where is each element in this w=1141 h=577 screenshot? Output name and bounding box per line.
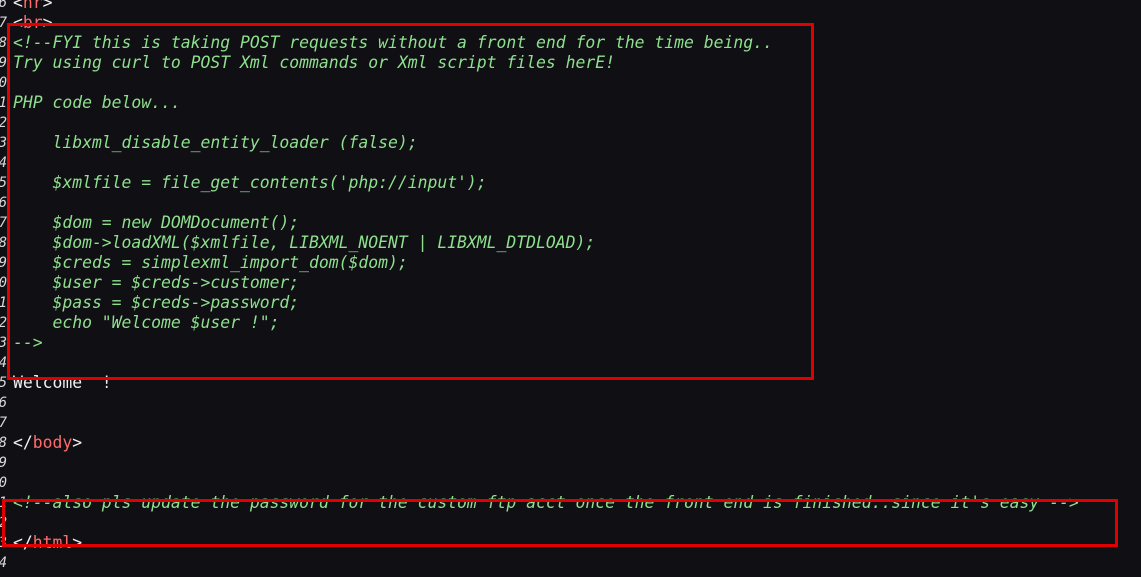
line-number: 1 bbox=[0, 293, 7, 313]
line-number: 1 bbox=[0, 93, 7, 113]
line-number-gutter: 6 7 8 9 0 1 2 3 4 5 6 7 8 9 0 1 2 3 4 5 … bbox=[0, 0, 7, 577]
line-number: 3 bbox=[0, 133, 7, 153]
comment-line bbox=[13, 153, 1079, 173]
html-close-tag-line: </html> bbox=[13, 533, 83, 552]
line-number: 2 bbox=[0, 113, 7, 133]
comment-line bbox=[13, 73, 1079, 93]
line-number: 1 bbox=[0, 493, 7, 513]
line-number: 8 bbox=[0, 233, 7, 253]
line-number: 9 bbox=[0, 453, 7, 473]
line-number: 5 bbox=[0, 173, 7, 193]
line-number: 7 bbox=[0, 413, 7, 433]
comment-line: Try using curl to POST Xml commands or X… bbox=[13, 53, 615, 72]
line-number: 6 bbox=[0, 0, 7, 13]
welcome-text: Welcome ! bbox=[13, 373, 112, 392]
comment-line: $dom = new DOMDocument(); bbox=[13, 213, 300, 232]
comment-line: $dom->loadXML($xmlfile, LIBXML_NOENT | L… bbox=[13, 233, 596, 252]
line-number: 6 bbox=[0, 193, 7, 213]
comment-line bbox=[13, 193, 1079, 213]
comment-line: $creds = simplexml_import_dom($dom); bbox=[13, 253, 408, 272]
br-tag-line: <br> bbox=[13, 13, 53, 32]
comment-line: $user = $creds->customer; bbox=[13, 273, 300, 292]
line-number: 5 bbox=[0, 373, 7, 393]
line-number: 2 bbox=[0, 513, 7, 533]
comment-line: libxml_disable_entity_loader (false); bbox=[13, 133, 418, 152]
comment-line: echo "Welcome $user !"; bbox=[13, 313, 280, 332]
body-tag-name: body bbox=[32, 433, 73, 452]
hr-tag-name: hr bbox=[22, 0, 43, 12]
line-number: 0 bbox=[0, 273, 7, 293]
line-number: 3 bbox=[0, 333, 7, 353]
line-number: 3 bbox=[0, 533, 7, 553]
ftp-comment-line: <!--also pls update the password for the… bbox=[13, 493, 1079, 512]
line-number: 8 bbox=[0, 33, 7, 53]
line-number: 6 bbox=[0, 393, 7, 413]
comment-line: $pass = $creds->password; bbox=[13, 293, 300, 312]
line-number: 9 bbox=[0, 253, 7, 273]
line-number: 2 bbox=[0, 313, 7, 333]
comment-line bbox=[13, 113, 1079, 133]
html-tag-name: html bbox=[32, 533, 73, 552]
line-number: 4 bbox=[0, 553, 7, 573]
line-number: 8 bbox=[0, 433, 7, 453]
br-tag-name: br bbox=[22, 13, 43, 32]
comment-line: --> bbox=[13, 333, 43, 352]
comment-line: PHP code below... bbox=[13, 93, 181, 112]
page-source-viewer: 6 7 8 9 0 1 2 3 4 5 6 7 8 9 0 1 2 3 4 5 … bbox=[0, 0, 1141, 577]
line-number: 7 bbox=[0, 13, 7, 33]
line-number: 4 bbox=[0, 153, 7, 173]
line-number: 9 bbox=[0, 53, 7, 73]
source-code: <hr> <br> <!--FYI this is taking POST re… bbox=[13, 0, 1079, 553]
hr-tag-line: <hr> bbox=[13, 0, 1079, 13]
line-number: 0 bbox=[0, 473, 7, 493]
line-number: 4 bbox=[0, 353, 7, 373]
body-close-tag-line: </body> bbox=[13, 433, 83, 452]
comment-line: $xmlfile = file_get_contents('php://inpu… bbox=[13, 173, 487, 192]
line-number: 0 bbox=[0, 73, 7, 93]
comment-line: <!--FYI this is taking POST requests wit… bbox=[13, 33, 773, 52]
line-number: 7 bbox=[0, 213, 7, 233]
